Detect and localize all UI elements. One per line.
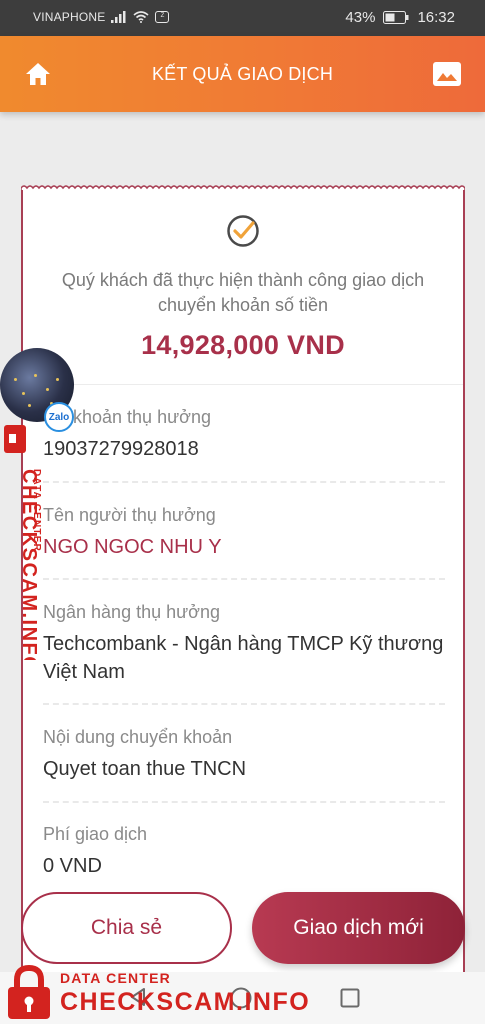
new-transaction-button[interactable]: Giao dịch mới [252,892,465,964]
transfer-content-field: Nội dung chuyển khoản Quyet toan thue TN… [43,725,445,783]
image-icon [433,62,461,86]
field-divider [43,801,445,803]
status-bar: VINAPHONE Z 43% 16:32 [0,0,485,36]
field-value: 19037279928018 [43,438,199,460]
page-title: KẾT QUẢ GIAO DỊCH [151,64,334,84]
watermark-vertical: CHECKSCAM.INFO DATA CENTER [4,425,42,660]
field-label: Tài khoản thụ hưởng [43,407,211,427]
beneficiary-name-field: Tên người thụ hưởng NGO NGOC NHU Y [43,503,445,561]
field-divider [43,703,445,705]
wifi-icon [133,11,150,23]
watermark-vertical-sub: DATA CENTER [31,469,42,552]
signal-icon [111,11,126,23]
field-label: Tên người thụ hưởng [43,505,216,525]
app-header: KẾT QUẢ GIAO DỊCH [0,36,485,112]
card-separator [23,384,463,385]
watermark-bottom: DATA CENTER CHECKSCAM.INFO [6,958,309,1022]
watermark-subtitle: DATA CENTER [60,970,171,986]
field-label: Nội dung chuyển khoản [43,727,233,747]
transaction-fee-field: Phí giao dịch 0 VND [43,822,445,880]
save-image-button[interactable] [433,62,461,86]
field-value: NGO NGOC NHU Y [43,536,222,558]
field-divider [43,578,445,580]
beneficiary-account-field: Tài khoản thụ hưởng 19037279928018 [43,405,445,463]
status-left: VINAPHONE Z [33,10,170,24]
transfer-amount: 14,928,000 VND [141,330,345,360]
zalo-notification-icon: Z [155,11,170,23]
recent-apps-icon[interactable] [340,988,360,1008]
watermark-title: CHECKSCAM.INFO [60,988,311,1016]
status-right: 43% 16:32 [345,9,455,26]
field-value: Quyet toan thue TNCN [43,758,247,780]
field-value: 0 VND [43,855,102,877]
battery-icon [383,11,409,24]
share-button[interactable]: Chia sẻ [21,892,232,964]
field-value: Techcombank - Ngân hàng TMCP Kỹ thương V… [43,633,444,683]
field-label: Phí giao dịch [43,824,148,844]
lock-icon [8,964,50,1019]
success-check-icon [227,215,259,247]
battery-percent: 43% [345,9,376,26]
clock: 16:32 [417,9,455,26]
carrier-name: VINAPHONE [33,10,106,24]
field-label: Ngân hàng thụ hưởng [43,602,220,622]
beneficiary-bank-field: Ngân hàng thụ hưởng Techcombank - Ngân h… [43,600,445,686]
field-divider [43,481,445,483]
success-message: Quý khách đã thực hiện thành công giao d… [61,270,425,315]
zalo-badge-icon[interactable]: Zalo [44,402,74,432]
receipt-card: Quý khách đã thực hiện thành công giao d… [21,190,465,990]
